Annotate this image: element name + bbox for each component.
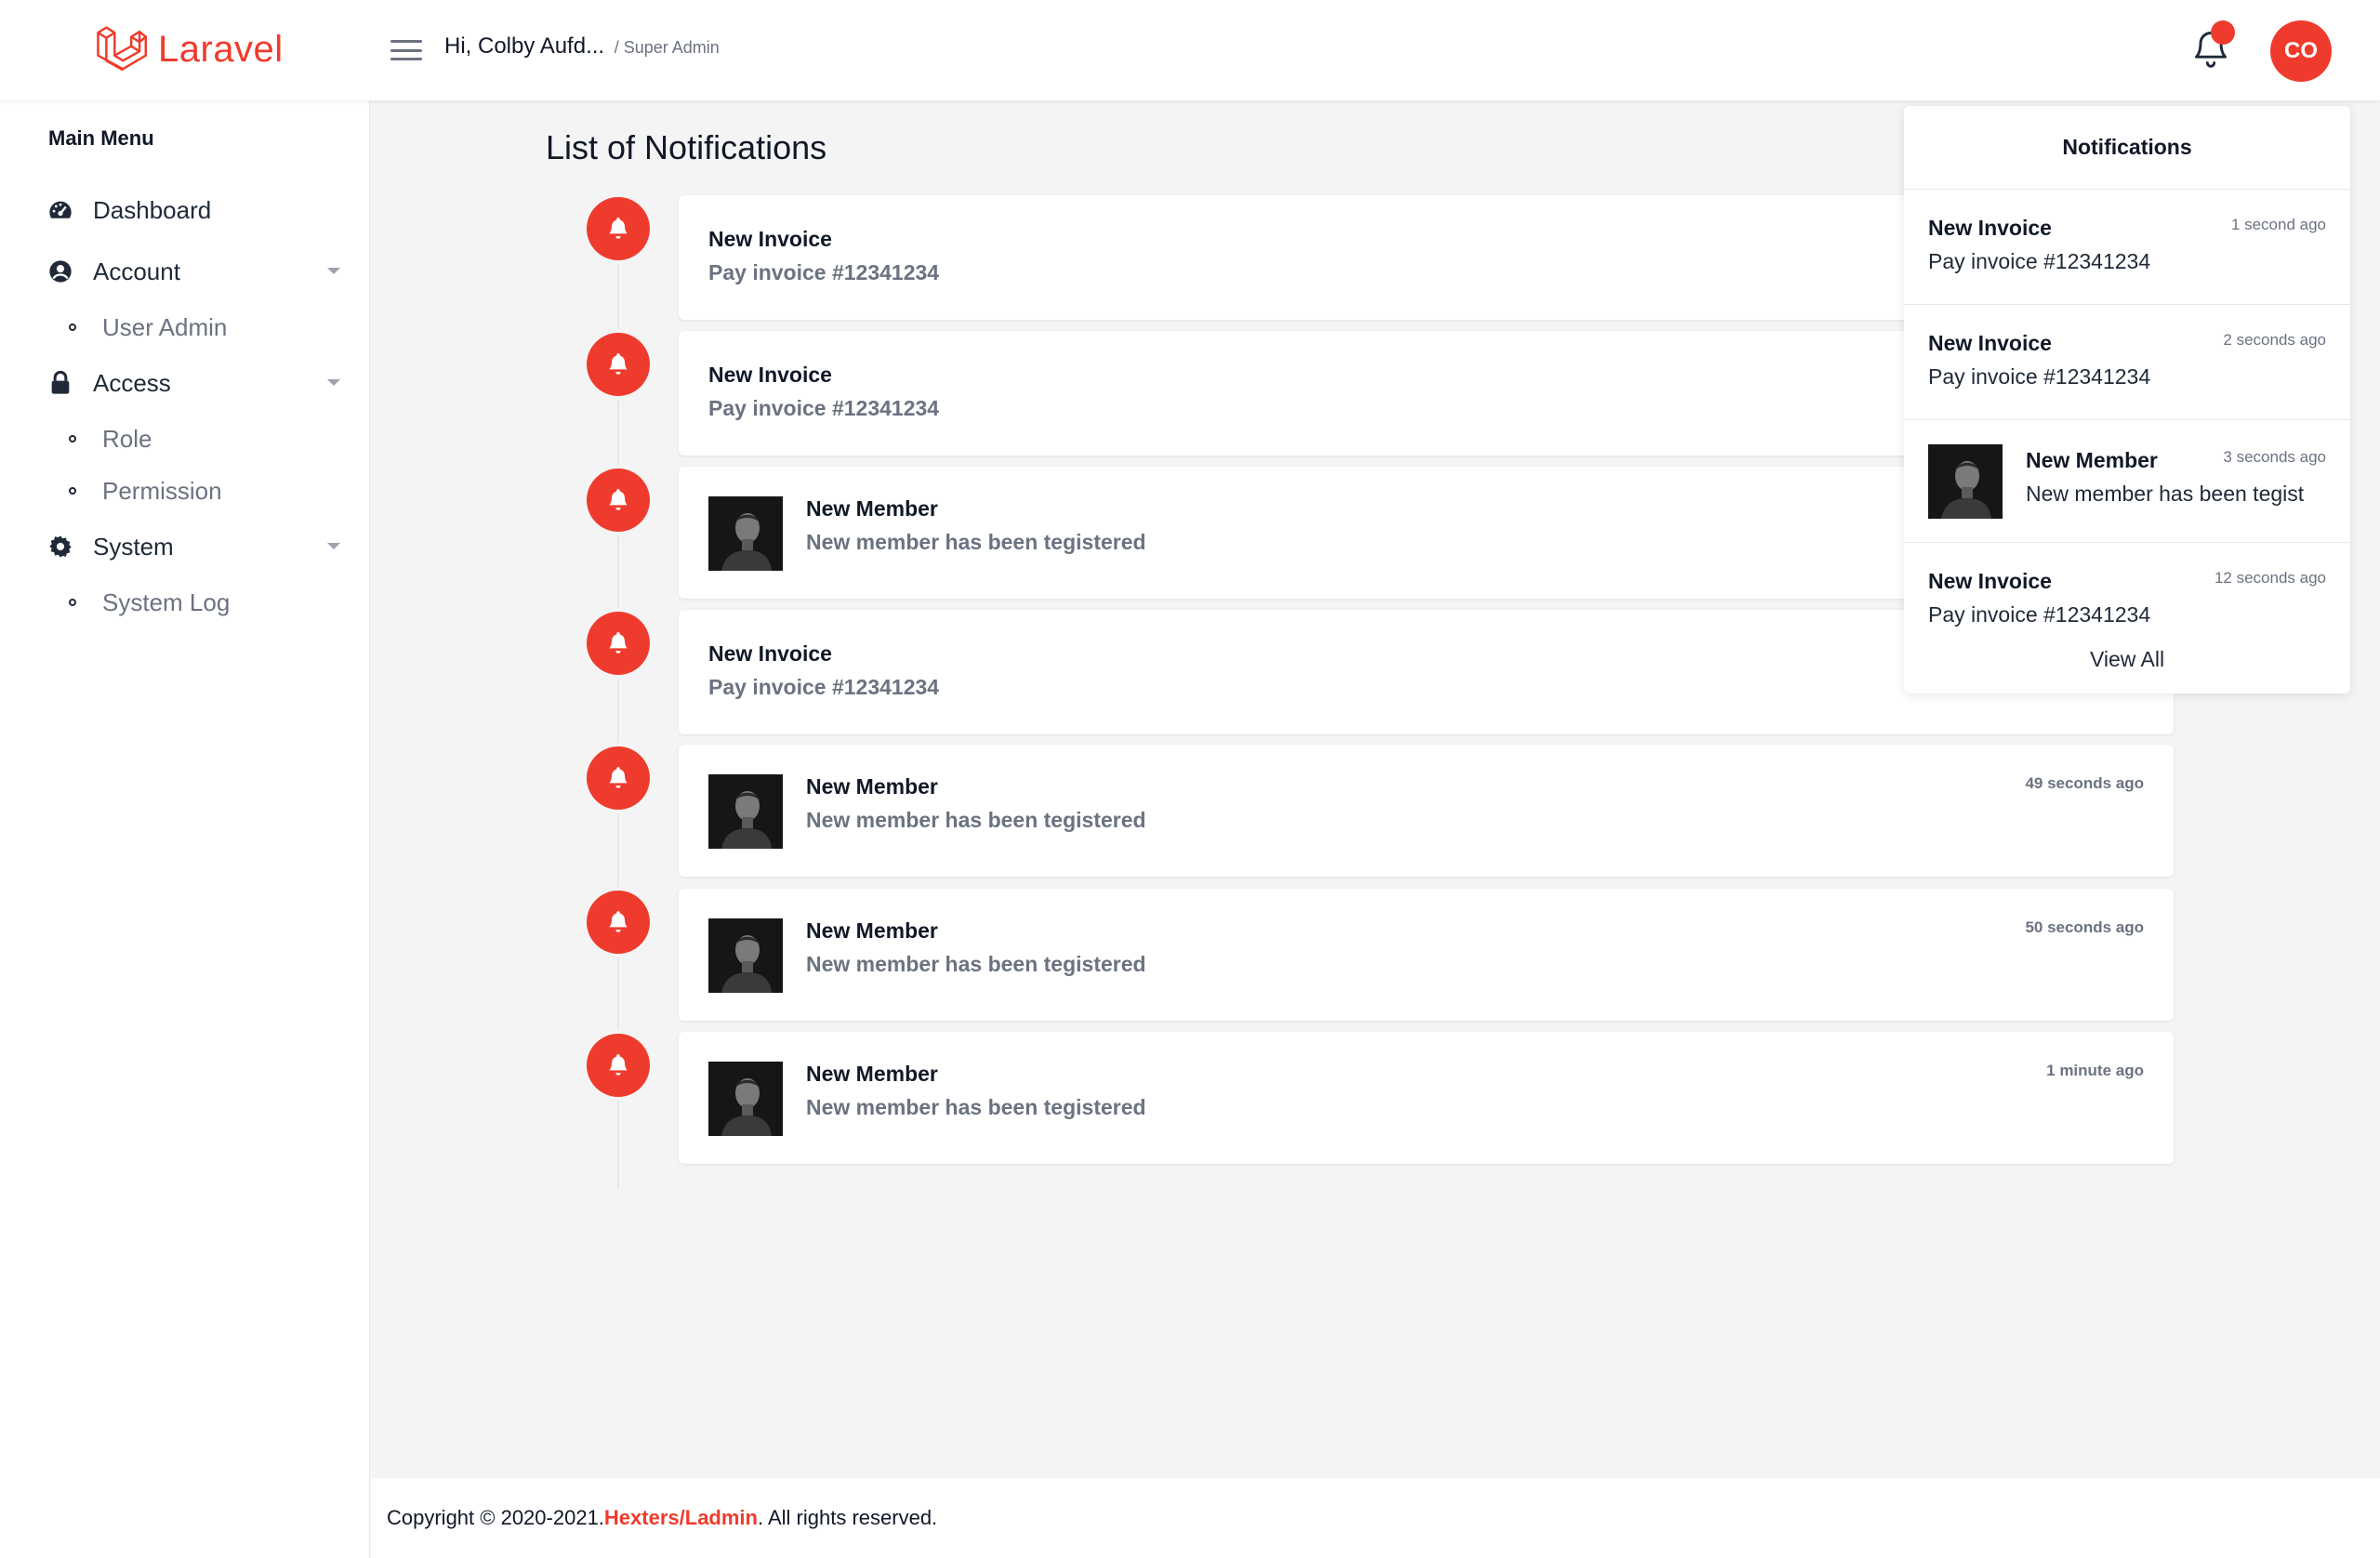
dropdown-item-time: 2 seconds ago — [2223, 331, 2326, 349]
notification-title: New Invoice — [708, 227, 832, 251]
sidebar-item-account[interactable]: Account — [46, 251, 340, 292]
dropdown-notification-item[interactable]: New Member New member has been tegist 3 se… — [1904, 420, 2350, 543]
user-greeting: Hi, Colby Aufd... / Super Admin — [444, 33, 720, 59]
footer-link[interactable]: Hexters/Ladmin — [604, 1506, 758, 1530]
sidebar-item-label: Account — [93, 257, 180, 285]
notification-message: New member has been tegistered — [806, 1095, 1146, 1119]
sidebar-subitem-user-admin[interactable]: User Admin — [69, 309, 227, 346]
notification-message: Pay invoice #12341234 — [708, 396, 940, 420]
sidebar-subitem-role[interactable]: Role — [69, 420, 152, 457]
notifications-bell-button[interactable] — [2190, 20, 2237, 73]
dropdown-notification-item[interactable]: New Invoice Pay invoice #12341234 1 second… — [1904, 190, 2350, 305]
user-role: / Super Admin — [614, 38, 720, 57]
view-all-link[interactable]: View All — [1904, 647, 2350, 672]
dropdown-item-title: New Invoice — [1928, 569, 2052, 593]
notification-time: 50 seconds ago — [2025, 918, 2144, 936]
lock-icon — [46, 369, 74, 397]
sidebar-subitem-label: System Log — [102, 588, 231, 616]
notification-message: New member has been tegistered — [806, 952, 1146, 976]
sidebar-subitem-label: Role — [102, 424, 152, 453]
sidebar-subitem-label: Permission — [102, 476, 222, 505]
timeline-bell-icon — [587, 197, 650, 260]
greeting-text: Hi, Colby Aufd... — [444, 33, 605, 59]
notification-card[interactable]: New Member New member has been tegistered… — [679, 745, 2174, 877]
notifications-dropdown: Notifications New Invoice Pay invoice #12… — [1904, 106, 2350, 693]
sidebar: Main Menu Dashboard Account User Admin A… — [0, 100, 370, 1558]
notification-time: 49 seconds ago — [2025, 774, 2144, 792]
member-avatar — [708, 496, 783, 571]
dropdown-item-message: Pay invoice #12341234 — [1928, 364, 2151, 389]
user-circle-icon — [46, 257, 74, 285]
notification-title: New Invoice — [708, 363, 832, 387]
notification-title: New Invoice — [708, 641, 832, 666]
sidebar-item-access[interactable]: Access — [46, 363, 340, 403]
sidebar-item-system[interactable]: System — [46, 526, 340, 567]
notification-title: New Member — [806, 774, 938, 799]
bullet-icon — [69, 599, 76, 606]
member-avatar — [1928, 444, 2003, 519]
footer-suffix: . All rights reserved. — [757, 1506, 938, 1529]
notification-card[interactable]: New Member New member has been tegistered… — [679, 889, 2174, 1021]
brand-name: Laravel — [158, 28, 284, 70]
dashboard-icon — [46, 196, 74, 224]
timeline-bell-icon — [587, 1034, 650, 1097]
main-menu-title: Main Menu — [48, 126, 154, 150]
member-avatar — [708, 1062, 783, 1136]
footer: Copyright © 2020-2021. Hexters/Ladmin. A… — [371, 1478, 2380, 1558]
notification-message: New member has been tegistered — [806, 808, 1146, 832]
dropdown-item-message: New member has been tegist — [2026, 482, 2305, 506]
dropdown-item-title: New Invoice — [1928, 331, 2052, 355]
sidebar-subitem-label: User Admin — [102, 312, 228, 341]
footer-copyright: Copyright © 2020-2021. — [387, 1506, 604, 1529]
chevron-down-icon — [327, 268, 340, 274]
laravel-logo-icon — [93, 22, 149, 76]
dropdown-notification-item[interactable]: New Invoice Pay invoice #12341234 12 secon… — [1904, 543, 2350, 647]
dropdown-item-title: New Invoice — [1928, 216, 2052, 240]
bullet-icon — [69, 323, 76, 331]
dropdown-item-time: 1 second ago — [2230, 216, 2326, 233]
notification-message: Pay invoice #12341234 — [708, 260, 940, 284]
notification-message: Pay invoice #12341234 — [708, 675, 940, 699]
notification-badge — [2211, 20, 2235, 45]
gear-icon — [46, 533, 74, 561]
dropdown-notification-item[interactable]: New Invoice Pay invoice #12341234 2 second… — [1904, 305, 2350, 420]
notification-title: New Member — [806, 496, 938, 521]
dropdown-title: Notifications — [1904, 106, 2350, 190]
sidebar-subitem-permission[interactable]: Permission — [69, 472, 222, 509]
sidebar-item-label: System — [93, 532, 174, 561]
notification-title: New Member — [806, 918, 938, 943]
notification-message: New member has been tegistered — [806, 530, 1146, 554]
timeline-bell-icon — [587, 891, 650, 954]
member-avatar — [708, 774, 783, 849]
page-title: List of Notifications — [546, 128, 827, 166]
notification-title: New Member — [806, 1062, 938, 1086]
chevron-down-icon — [327, 379, 340, 386]
timeline-bell-icon — [587, 469, 650, 532]
menu-toggle-icon[interactable] — [390, 37, 422, 63]
dropdown-item-time: 3 seconds ago — [2223, 448, 2326, 466]
user-avatar[interactable]: CO — [2270, 20, 2332, 82]
bullet-icon — [69, 435, 76, 442]
sidebar-item-label: Dashboard — [93, 195, 212, 224]
dropdown-item-message: Pay invoice #12341234 — [1928, 249, 2151, 273]
member-avatar — [708, 918, 783, 993]
brand[interactable]: Laravel — [93, 22, 284, 76]
notification-time: 1 minute ago — [2046, 1062, 2144, 1079]
dropdown-item-time: 12 seconds ago — [2214, 569, 2326, 587]
dropdown-item-title: New Member — [2026, 448, 2158, 472]
top-bar: Laravel Hi, Colby Aufd... / Super Admin … — [0, 0, 2380, 100]
timeline-bell-icon — [587, 333, 650, 396]
sidebar-item-dashboard[interactable]: Dashboard — [46, 190, 340, 231]
chevron-down-icon — [327, 543, 340, 549]
timeline-bell-icon — [587, 746, 650, 810]
sidebar-item-label: Access — [93, 368, 171, 397]
sidebar-subitem-system-log[interactable]: System Log — [69, 584, 230, 621]
timeline-bell-icon — [587, 612, 650, 675]
notification-card[interactable]: New Member New member has been tegistered… — [679, 1032, 2174, 1164]
bullet-icon — [69, 487, 76, 495]
dropdown-item-message: Pay invoice #12341234 — [1928, 602, 2151, 627]
